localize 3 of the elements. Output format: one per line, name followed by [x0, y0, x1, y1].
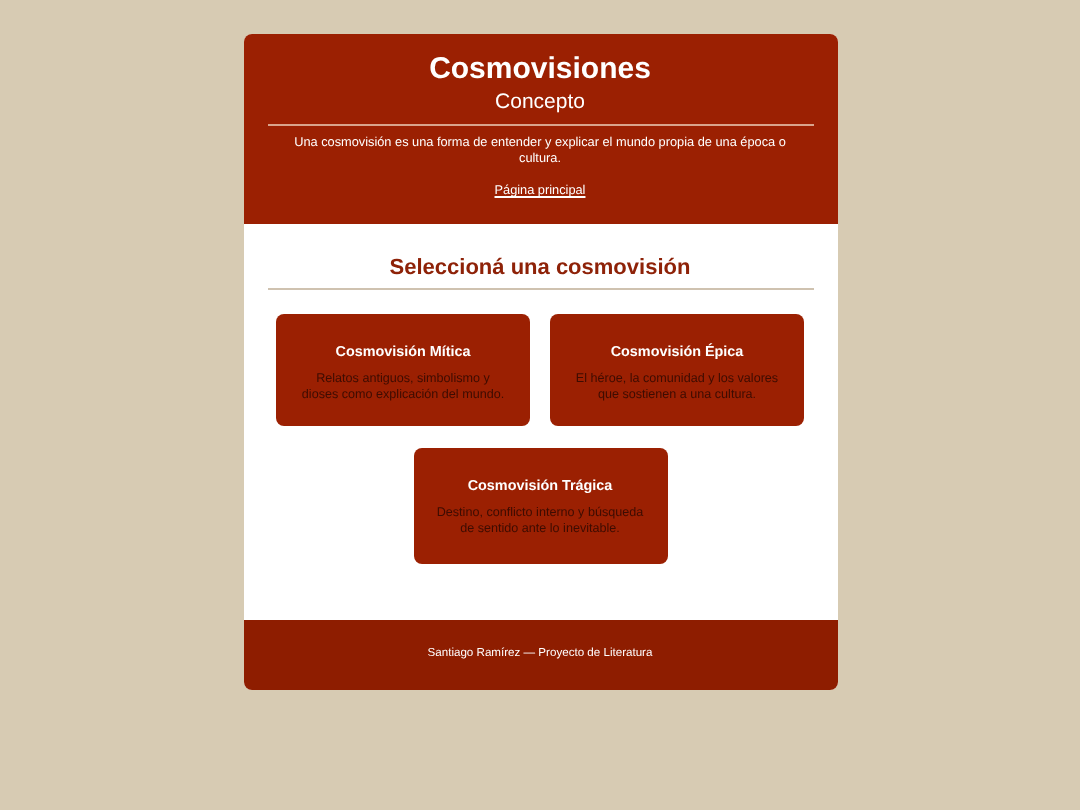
page-title: Cosmovisiones — [427, 52, 653, 88]
section-heading: Seleccioná una cosmovisión — [387, 256, 693, 282]
page-subtitle: Concepto — [493, 90, 587, 116]
